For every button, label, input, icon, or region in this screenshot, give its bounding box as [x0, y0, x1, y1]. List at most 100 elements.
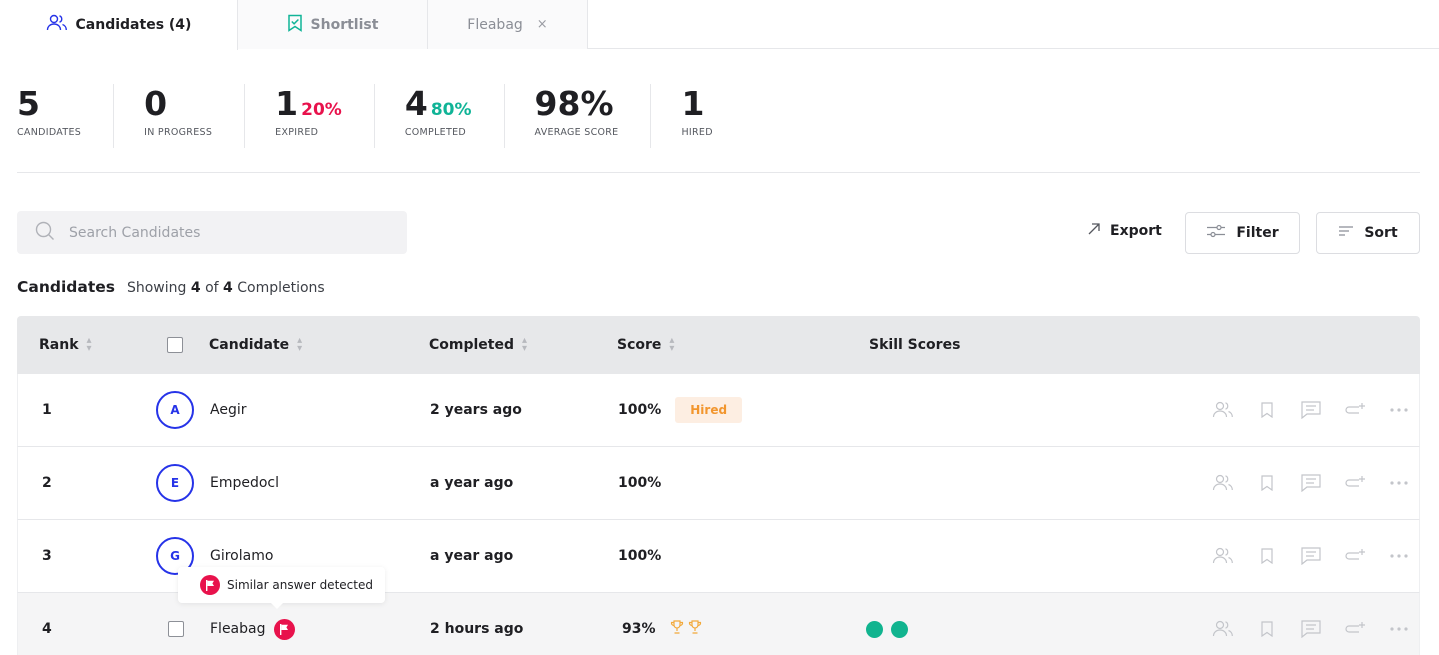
divider: [17, 172, 1420, 173]
assign-users-icon[interactable]: [1211, 471, 1235, 495]
comment-icon[interactable]: [1299, 544, 1323, 568]
stat-value: 4: [404, 84, 428, 123]
export-button[interactable]: Export: [1088, 223, 1162, 239]
tab-shortlist-label: Shortlist: [310, 16, 379, 33]
column-score-label: Score: [617, 337, 662, 353]
flag-icon[interactable]: [273, 618, 295, 640]
select-all[interactable]: [167, 316, 183, 374]
bookmark-icon[interactable]: [1255, 471, 1279, 495]
tab-shortlist[interactable]: Shortlist: [238, 0, 428, 49]
comment-icon[interactable]: [1299, 617, 1323, 641]
stat-expired: 1 20% EXPIRED: [275, 84, 375, 148]
column-completed[interactable]: Completed ▴ ▾: [429, 316, 527, 374]
score-cell: 100% Hired: [618, 374, 743, 446]
candidate-name[interactable]: Aegir: [210, 374, 246, 446]
completed-cell: a year ago: [430, 548, 514, 564]
score-cell: 100%: [618, 447, 661, 519]
avatar-initial: E: [156, 464, 194, 502]
stats-bar: 5 CANDIDATES 0 IN PROGRESS 1 20% EXPIRED…: [17, 84, 775, 148]
column-skill-scores-label: Skill Scores: [869, 337, 961, 353]
score-value: 100%: [618, 402, 662, 418]
column-candidate[interactable]: Candidate ▴ ▾: [209, 316, 302, 374]
similar-answer-tooltip: Similar answer detected: [178, 567, 385, 609]
showing-suffix: Completions: [237, 280, 325, 296]
add-tag-icon[interactable]: [1343, 398, 1367, 422]
stat-label: HIRED: [681, 127, 713, 138]
candidate-name-text: Aegir: [210, 402, 247, 418]
bookmark-icon[interactable]: [1255, 617, 1279, 641]
add-tag-icon[interactable]: [1343, 544, 1367, 568]
add-tag-icon[interactable]: [1343, 471, 1367, 495]
candidate-name-text: Fleabag: [210, 621, 266, 637]
more-options-icon[interactable]: [1387, 544, 1411, 568]
avatar: A: [156, 374, 194, 446]
column-rank-label: Rank: [39, 337, 79, 353]
row-actions: [1211, 374, 1411, 446]
stat-average-score: 98% AVERAGE SCORE: [535, 84, 652, 148]
skill-score-dot[interactable]: [866, 620, 883, 638]
sort-caret-icon: ▴ ▾: [86, 335, 92, 354]
bookmark-icon[interactable]: [1255, 544, 1279, 568]
row-checkbox[interactable]: [168, 621, 184, 637]
rank-cell: 2: [42, 475, 52, 491]
more-options-icon[interactable]: [1387, 398, 1411, 422]
sort-lines-icon: [1338, 225, 1354, 241]
table-row[interactable]: 1 A Aegir 2 years ago 100% Hired: [17, 374, 1420, 447]
avatar-initial: A: [156, 391, 194, 429]
completed-cell: 2 hours ago: [430, 621, 524, 637]
score-cell: 93%: [622, 593, 702, 655]
assign-users-icon[interactable]: [1211, 617, 1235, 641]
column-rank[interactable]: Rank ▴ ▾: [39, 316, 92, 374]
completed-cell: a year ago: [430, 475, 514, 491]
trophy-icon: [688, 620, 702, 638]
search-input[interactable]: [69, 224, 369, 241]
row-actions: [1211, 520, 1411, 592]
column-score[interactable]: Score ▴ ▾: [617, 316, 674, 374]
showing-of: of: [205, 280, 219, 296]
close-icon[interactable]: ×: [537, 17, 548, 32]
tooltip-arrow: [271, 603, 283, 609]
sort-caret-icon: ▴ ▾: [522, 335, 528, 354]
select-all-checkbox[interactable]: [167, 337, 183, 353]
rank-cell: 3: [42, 548, 52, 564]
filter-button[interactable]: Filter: [1185, 212, 1300, 254]
assign-users-icon[interactable]: [1211, 544, 1235, 568]
sort-label: Sort: [1364, 225, 1398, 241]
column-skill-scores: Skill Scores: [869, 316, 960, 374]
stat-label: CANDIDATES: [17, 127, 82, 138]
trophies: [670, 620, 702, 638]
bookmark-icon[interactable]: [1255, 398, 1279, 422]
shortlist-icon: [287, 14, 303, 36]
sort-button[interactable]: Sort: [1316, 212, 1420, 254]
stat-hired: 1 HIRED: [681, 84, 744, 148]
showing-prefix: Showing: [126, 280, 187, 296]
stat-label: AVERAGE SCORE: [534, 127, 619, 138]
avatar: E: [156, 447, 194, 519]
candidate-name[interactable]: Empedocl: [210, 447, 279, 519]
score-value: 93%: [622, 621, 656, 637]
comment-icon[interactable]: [1299, 398, 1323, 422]
table-header: Rank ▴ ▾ Candidate ▴ ▾ Completed ▴ ▾ Score …: [17, 316, 1420, 374]
more-options-icon[interactable]: [1387, 471, 1411, 495]
comment-icon[interactable]: [1299, 471, 1323, 495]
candidate-name-text: Empedocl: [210, 475, 280, 491]
stat-in-progress: 0 IN PROGRESS: [144, 84, 246, 148]
tab-fleabag[interactable]: Fleabag ×: [428, 0, 588, 49]
tooltip-text: Similar answer detected: [227, 578, 373, 592]
tab-candidates-label: Candidates (4): [75, 17, 192, 33]
skill-score-dot[interactable]: [891, 620, 908, 638]
shown-count: 4: [190, 280, 201, 296]
stat-value: 1: [681, 84, 705, 123]
assign-users-icon[interactable]: [1211, 398, 1235, 422]
rank-cell: 4: [42, 621, 52, 637]
table-row[interactable]: 2 E Empedocl a year ago 100%: [17, 447, 1420, 520]
stat-label: IN PROGRESS: [144, 127, 213, 138]
tab-candidates[interactable]: Candidates (4): [0, 0, 238, 50]
search-box[interactable]: [17, 211, 407, 254]
score-value: 100%: [618, 475, 662, 491]
add-tag-icon[interactable]: [1343, 617, 1367, 641]
stat-value: 0: [144, 84, 168, 123]
stat-value: 5: [17, 84, 40, 123]
stat-value: 1: [275, 84, 299, 123]
more-options-icon[interactable]: [1387, 617, 1411, 641]
